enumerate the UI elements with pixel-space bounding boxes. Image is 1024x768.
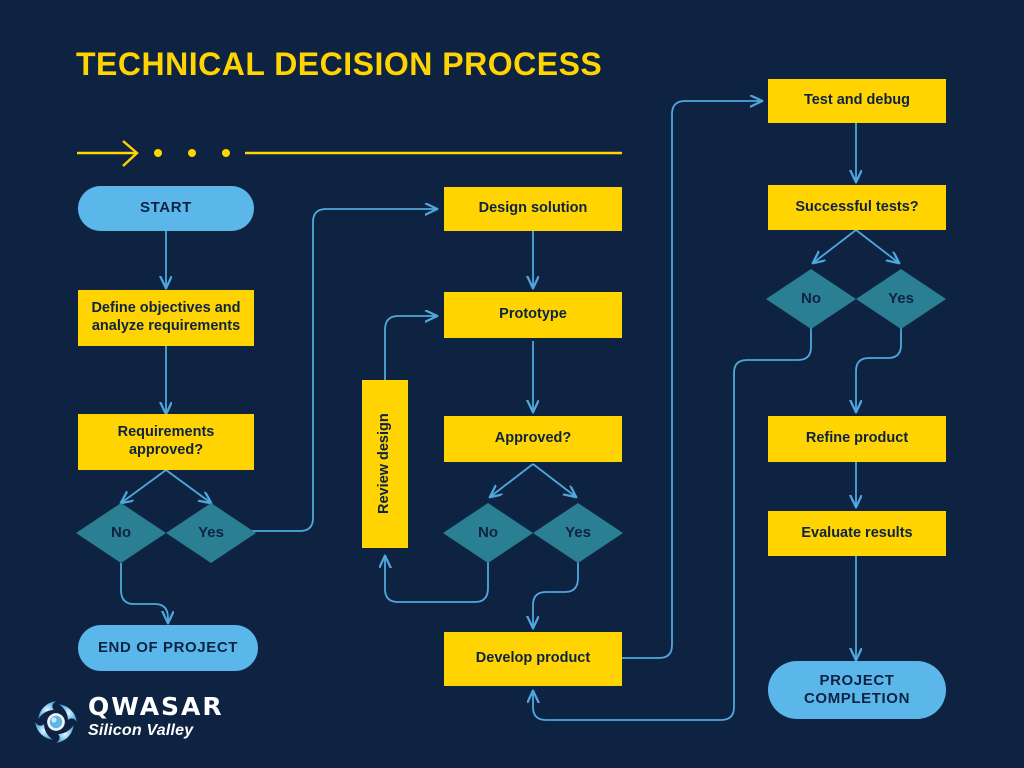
qwasar-logo: QWASAR Silicon Valley: [30, 694, 250, 756]
node-requirements-approved[interactable]: Requirements approved?: [78, 414, 254, 470]
node-review-design[interactable]: Review design: [362, 380, 408, 548]
node-end-of-project[interactable]: END OF PROJECT: [78, 625, 258, 671]
edge-reqapproved-yes: [165, 469, 211, 503]
node-project-completion[interactable]: PROJECT COMPLETION: [768, 661, 946, 719]
node-start[interactable]: START: [78, 186, 254, 231]
node-test-and-debug[interactable]: Test and debug: [768, 79, 946, 123]
edge-appno-review: [385, 556, 489, 603]
node-evaluate-results[interactable]: Evaluate results: [768, 511, 946, 556]
edge-success-no: [813, 229, 857, 263]
edge-success-yes: [855, 229, 899, 263]
edge-appyes-develop: [533, 557, 579, 628]
node-define-objectives[interactable]: Define objectives and analyze requiremen…: [78, 290, 254, 346]
node-refine-product[interactable]: Refine product: [768, 416, 946, 462]
node-approved[interactable]: Approved?: [444, 416, 622, 462]
node-develop-product[interactable]: Develop product: [444, 632, 622, 686]
edge-approved-yes: [532, 463, 576, 497]
logo-name: QWASAR: [88, 692, 224, 721]
node-prototype[interactable]: Prototype: [444, 292, 622, 338]
edge-reqapproved-no: [121, 469, 167, 503]
node-successful-tests[interactable]: Successful tests?: [768, 185, 946, 230]
edge-review-prototype: [384, 316, 437, 380]
logo-tagline: Silicon Valley: [88, 722, 194, 739]
edge-sucyes-refine: [856, 323, 902, 412]
edge-approved-no: [490, 463, 534, 497]
edge-no-endproject: [120, 563, 168, 623]
flowchart-canvas: TECHNICAL DECISION PROCESS START Define …: [0, 0, 1024, 768]
node-design-solution[interactable]: Design solution: [444, 187, 622, 231]
edge-develop-test: [622, 101, 762, 659]
spiral-vortex-icon: [35, 701, 77, 743]
